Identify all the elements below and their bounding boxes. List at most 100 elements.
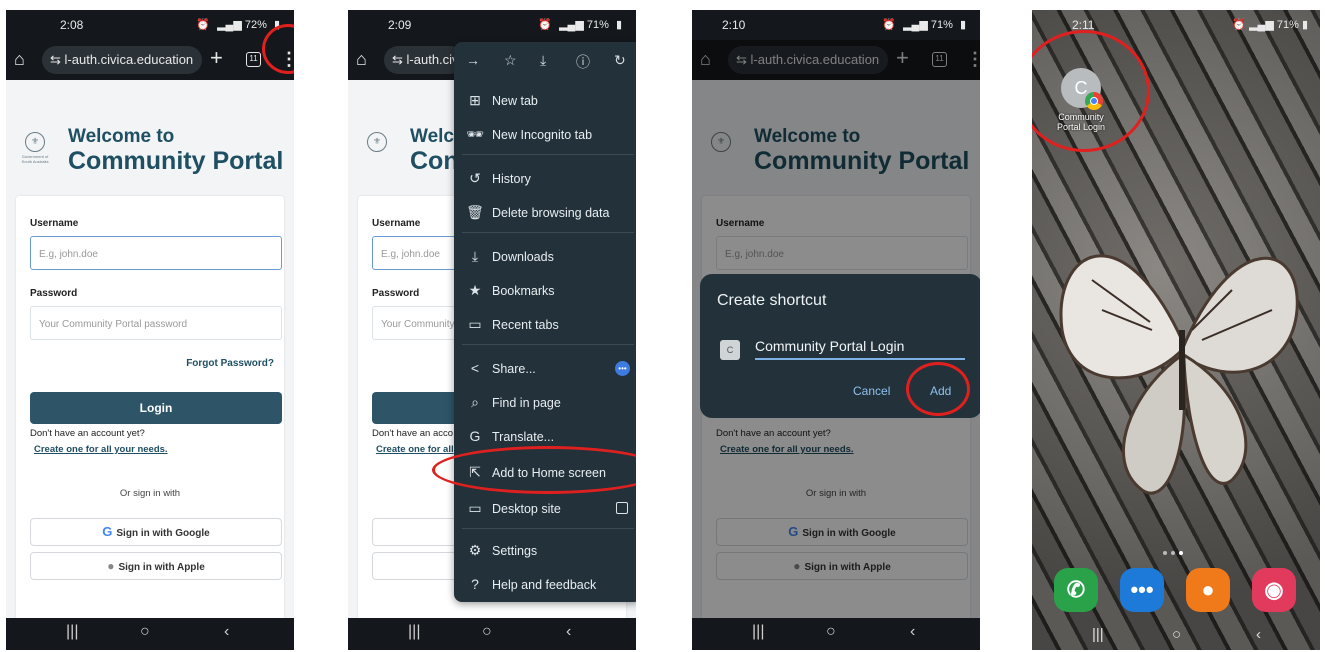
menu-item-label: Find in page <box>492 396 561 410</box>
recent-apps-icon[interactable]: ||| <box>408 623 420 641</box>
recent-apps-icon[interactable]: ||| <box>66 623 78 641</box>
contacts-app-icon[interactable]: ● <box>1186 568 1230 612</box>
url-bar[interactable]: ⇆ l-auth.civ <box>384 46 464 74</box>
download-icon[interactable]: ⤓ <box>540 52 546 69</box>
menu-item-desktop-site[interactable]: ▭ Desktop site <box>454 494 636 524</box>
menu-item-label: Settings <box>492 544 538 558</box>
recent-apps-icon[interactable]: ||| <box>1092 626 1104 643</box>
apple-sign-in-label: Sign in with Apple <box>118 562 205 573</box>
username-label: Username <box>372 218 421 229</box>
signal-icon: ▂▄▆ <box>1249 19 1274 31</box>
back-icon[interactable]: ‹ <box>566 623 571 641</box>
menu-item-label: Share... <box>492 362 536 376</box>
new-tab-icon[interactable]: + <box>210 46 223 70</box>
home-button-icon[interactable]: ○ <box>826 623 836 641</box>
google-sign-in-button[interactable]: G Sign in with Google <box>30 518 282 546</box>
new-tab-icon: ⊞ <box>469 92 481 108</box>
menu-item-downloads[interactable]: ⤓ Downloads <box>454 242 636 272</box>
password-input[interactable]: Your Community Portal password <box>30 306 282 340</box>
government-logo: ⚜ Government of South Australia <box>20 132 50 174</box>
home-button-icon[interactable]: ○ <box>140 623 150 641</box>
menu-item-share[interactable]: < Share... ••• <box>454 354 636 384</box>
battery-level: 71% <box>930 19 953 31</box>
tab-switcher-button[interactable]: 11 <box>246 52 261 67</box>
battery-icon: ▮ <box>1301 19 1308 31</box>
downloads-icon: ⤓ <box>471 248 479 264</box>
site-info-icon[interactable]: ⇆ <box>50 52 61 67</box>
battery-level: 71% <box>586 19 609 31</box>
or-sign-in-text: Or sign in with <box>119 488 181 499</box>
messages-icon[interactable]: ••• <box>615 361 630 376</box>
refresh-icon[interactable]: ↻ <box>614 52 626 69</box>
phone-screen-1: 2:08 ⏰ ▂▄▆ 72% ▮ ⌂ ⇆ l-auth.civica.educa… <box>6 10 294 650</box>
cancel-button[interactable]: Cancel <box>853 384 890 398</box>
login-button[interactable]: Login <box>30 392 282 424</box>
status-bar: 2:10 ⏰ ▂▄▆ 71% ▮ <box>692 10 980 40</box>
create-account-link[interactable]: Create one for all <box>376 444 454 455</box>
menu-item-label: Bookmarks <box>492 284 555 298</box>
highlight-circle <box>906 362 970 416</box>
signal-icon: ▂▄▆ <box>903 19 928 31</box>
desktop-site-checkbox[interactable] <box>616 502 628 514</box>
status-bar: 2:09 ⏰ ▂▄▆ 71% ▮ <box>348 10 636 40</box>
menu-item-new-incognito-tab[interactable]: 🕶 New Incognito tab <box>454 120 636 150</box>
menu-item-label: New Incognito tab <box>492 128 593 142</box>
menu-item-settings[interactable]: ⚙ Settings <box>454 536 636 566</box>
messages-app-icon[interactable]: ••• <box>1120 568 1164 612</box>
history-icon: ↺ <box>469 170 481 186</box>
url-bar[interactable]: ⇆ l-auth.civica.education <box>42 46 202 74</box>
site-info-icon[interactable]: ⇆ <box>392 52 403 67</box>
google-icon: G <box>102 524 113 539</box>
signal-icon: ▂▄▆ <box>559 19 584 31</box>
username-label: Username <box>30 218 79 229</box>
menu-item-find-in-page[interactable]: ⌕ Find in page <box>454 388 636 418</box>
menu-item-label: Help and feedback <box>492 578 597 592</box>
create-account-link[interactable]: Create one for all your needs. <box>34 444 168 455</box>
desktop-icon: ▭ <box>468 500 482 516</box>
camera-app-icon[interactable]: ◉ <box>1252 568 1296 612</box>
apple-sign-in-button[interactable]: ● Sign in with Apple <box>30 552 282 580</box>
menu-item-label: Downloads <box>492 250 554 264</box>
page-info-icon[interactable]: ⓘ <box>576 52 590 72</box>
incognito-icon: 🕶 <box>466 126 484 142</box>
alarm-icon: ⏰ <box>1232 19 1246 31</box>
bookmark-star-icon[interactable]: ☆ <box>504 52 517 69</box>
phone-screen-4: 2:11 ⏰ ▂▄▆ 71% ▮ C Community Portal Logi… <box>1032 10 1320 650</box>
bookmarks-icon: ★ <box>468 282 482 298</box>
system-nav-bar: ||| ○ ‹ <box>348 618 636 650</box>
system-nav-bar: ||| ○ ‹ <box>6 618 294 650</box>
shortcut-name-input[interactable]: Community Portal Login <box>755 336 965 360</box>
shortcut-icon: C <box>720 340 740 360</box>
portal-title: Community Portal <box>68 147 284 175</box>
portal-title: Con <box>410 147 459 175</box>
forward-icon[interactable]: → <box>466 52 480 68</box>
home-button-icon[interactable]: ○ <box>482 623 492 641</box>
menu-divider <box>462 232 634 233</box>
username-input[interactable]: E.g, john.doe <box>30 236 282 270</box>
menu-item-label: Delete browsing data <box>492 206 610 220</box>
home-button-icon[interactable]: ○ <box>1172 626 1181 643</box>
menu-item-help-and-feedback[interactable]: ? Help and feedback <box>454 570 636 600</box>
back-icon[interactable]: ‹ <box>910 623 915 641</box>
status-icons: ⏰ ▂▄▆ 71% ▮ <box>534 18 622 31</box>
phone-app-icon[interactable]: ✆ <box>1054 568 1098 612</box>
menu-item-recent-tabs[interactable]: ▭ Recent tabs <box>454 310 636 340</box>
menu-item-history[interactable]: ↺ History <box>454 164 636 194</box>
forgot-password-link[interactable]: Forgot Password? <box>186 358 274 369</box>
menu-item-new-tab[interactable]: ⊞ New tab <box>454 86 636 116</box>
menu-item-bookmarks[interactable]: ★ Bookmarks <box>454 276 636 306</box>
translate-icon: G <box>469 428 481 444</box>
back-icon[interactable]: ‹ <box>1256 626 1261 643</box>
apple-icon: ● <box>107 559 115 573</box>
recent-apps-icon[interactable]: ||| <box>752 623 764 641</box>
menu-item-delete-browsing-data[interactable]: 🗑 Delete browsing data <box>454 198 636 228</box>
home-icon[interactable]: ⌂ <box>356 50 367 68</box>
battery-level: 71% <box>1276 19 1299 31</box>
status-bar: 2:08 ⏰ ▂▄▆ 72% ▮ <box>6 10 294 40</box>
page-indicator <box>1163 542 1193 555</box>
back-icon[interactable]: ‹ <box>224 623 229 641</box>
status-time: 2:10 <box>722 18 746 32</box>
menu-icon-row: → ☆ ⤓ ⓘ ↻ <box>454 42 636 78</box>
home-icon[interactable]: ⌂ <box>14 50 25 68</box>
find-icon: ⌕ <box>471 394 479 410</box>
